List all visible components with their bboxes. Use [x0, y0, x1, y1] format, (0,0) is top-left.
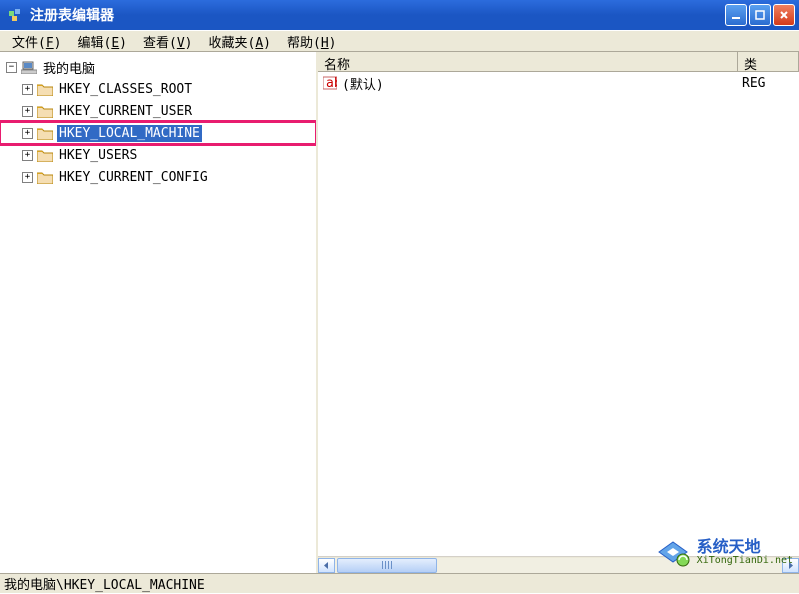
folder-icon [37, 105, 53, 118]
folder-icon [37, 171, 53, 184]
menu-bar: 文件(F) 编辑(E) 查看(V) 收藏夹(A) 帮助(H) [0, 30, 799, 52]
tree-root-label: 我的电脑 [41, 57, 97, 78]
status-bar: 我的电脑\HKEY_LOCAL_MACHINE [0, 573, 799, 593]
app-icon [8, 7, 24, 23]
collapse-icon[interactable]: − [6, 62, 17, 73]
scroll-right-button[interactable] [782, 558, 799, 573]
expand-icon[interactable]: + [22, 128, 33, 139]
tree-item-label: HKEY_CURRENT_CONFIG [57, 169, 210, 186]
computer-icon [21, 61, 37, 74]
tree-item-hkcu[interactable]: + HKEY_CURRENT_USER [0, 100, 316, 122]
expand-icon[interactable]: + [22, 106, 33, 117]
menu-file[interactable]: 文件(F) [4, 30, 70, 53]
maximize-button[interactable] [749, 4, 771, 26]
registry-tree: − 我的电脑 + HKEY_CLASSES_ROOT + HKEY_CURRENT_U… [0, 56, 316, 188]
scroll-track[interactable] [335, 558, 782, 573]
tree-item-hkcc[interactable]: + HKEY_CURRENT_CONFIG [0, 166, 316, 188]
list-header: 名称 类 [318, 52, 799, 72]
string-value-icon: ab [322, 75, 338, 91]
main-content: − 我的电脑 + HKEY_CLASSES_ROOT + HKEY_CURRENT_U… [0, 52, 799, 573]
menu-view[interactable]: 查看(V) [135, 30, 201, 53]
expand-icon[interactable]: + [22, 84, 33, 95]
value-type: REG [742, 76, 765, 91]
tree-item-hklm[interactable]: + HKEY_LOCAL_MACHINE [0, 122, 316, 144]
tree-root[interactable]: − 我的电脑 [0, 56, 316, 78]
menu-help[interactable]: 帮助(H) [279, 30, 345, 53]
status-path: 我的电脑\HKEY_LOCAL_MACHINE [4, 574, 205, 593]
tree-item-label: HKEY_CURRENT_USER [57, 103, 194, 120]
menu-favorites[interactable]: 收藏夹(A) [201, 30, 280, 53]
window-buttons [725, 4, 795, 26]
folder-icon [37, 127, 53, 140]
tree-item-hku[interactable]: + HKEY_USERS [0, 144, 316, 166]
folder-icon [37, 149, 53, 162]
tree-item-hkcr[interactable]: + HKEY_CLASSES_ROOT [0, 78, 316, 100]
minimize-button[interactable] [725, 4, 747, 26]
list-pane: 名称 类 ab (默认)REG [318, 52, 799, 573]
folder-icon [37, 83, 53, 96]
horizontal-scrollbar [318, 556, 799, 573]
value-name: (默认) [342, 74, 742, 93]
scroll-thumb[interactable] [337, 558, 437, 573]
tree-item-label: HKEY_CLASSES_ROOT [57, 81, 194, 98]
column-header-type[interactable]: 类 [738, 52, 799, 71]
scroll-left-button[interactable] [318, 558, 335, 573]
menu-edit[interactable]: 编辑(E) [70, 30, 136, 53]
column-header-name[interactable]: 名称 [318, 52, 738, 71]
tree-item-label: HKEY_LOCAL_MACHINE [57, 125, 202, 142]
expand-icon[interactable]: + [22, 172, 33, 183]
title-bar: 注册表编辑器 [0, 0, 799, 30]
list-body[interactable]: ab (默认)REG [318, 72, 799, 556]
tree-item-label: HKEY_USERS [57, 147, 139, 164]
list-row[interactable]: ab (默认)REG [318, 74, 799, 92]
tree-pane[interactable]: − 我的电脑 + HKEY_CLASSES_ROOT + HKEY_CURRENT_U… [0, 52, 318, 573]
window-title: 注册表编辑器 [30, 5, 725, 25]
close-button[interactable] [773, 4, 795, 26]
svg-text:ab: ab [326, 76, 337, 90]
expand-icon[interactable]: + [22, 150, 33, 161]
